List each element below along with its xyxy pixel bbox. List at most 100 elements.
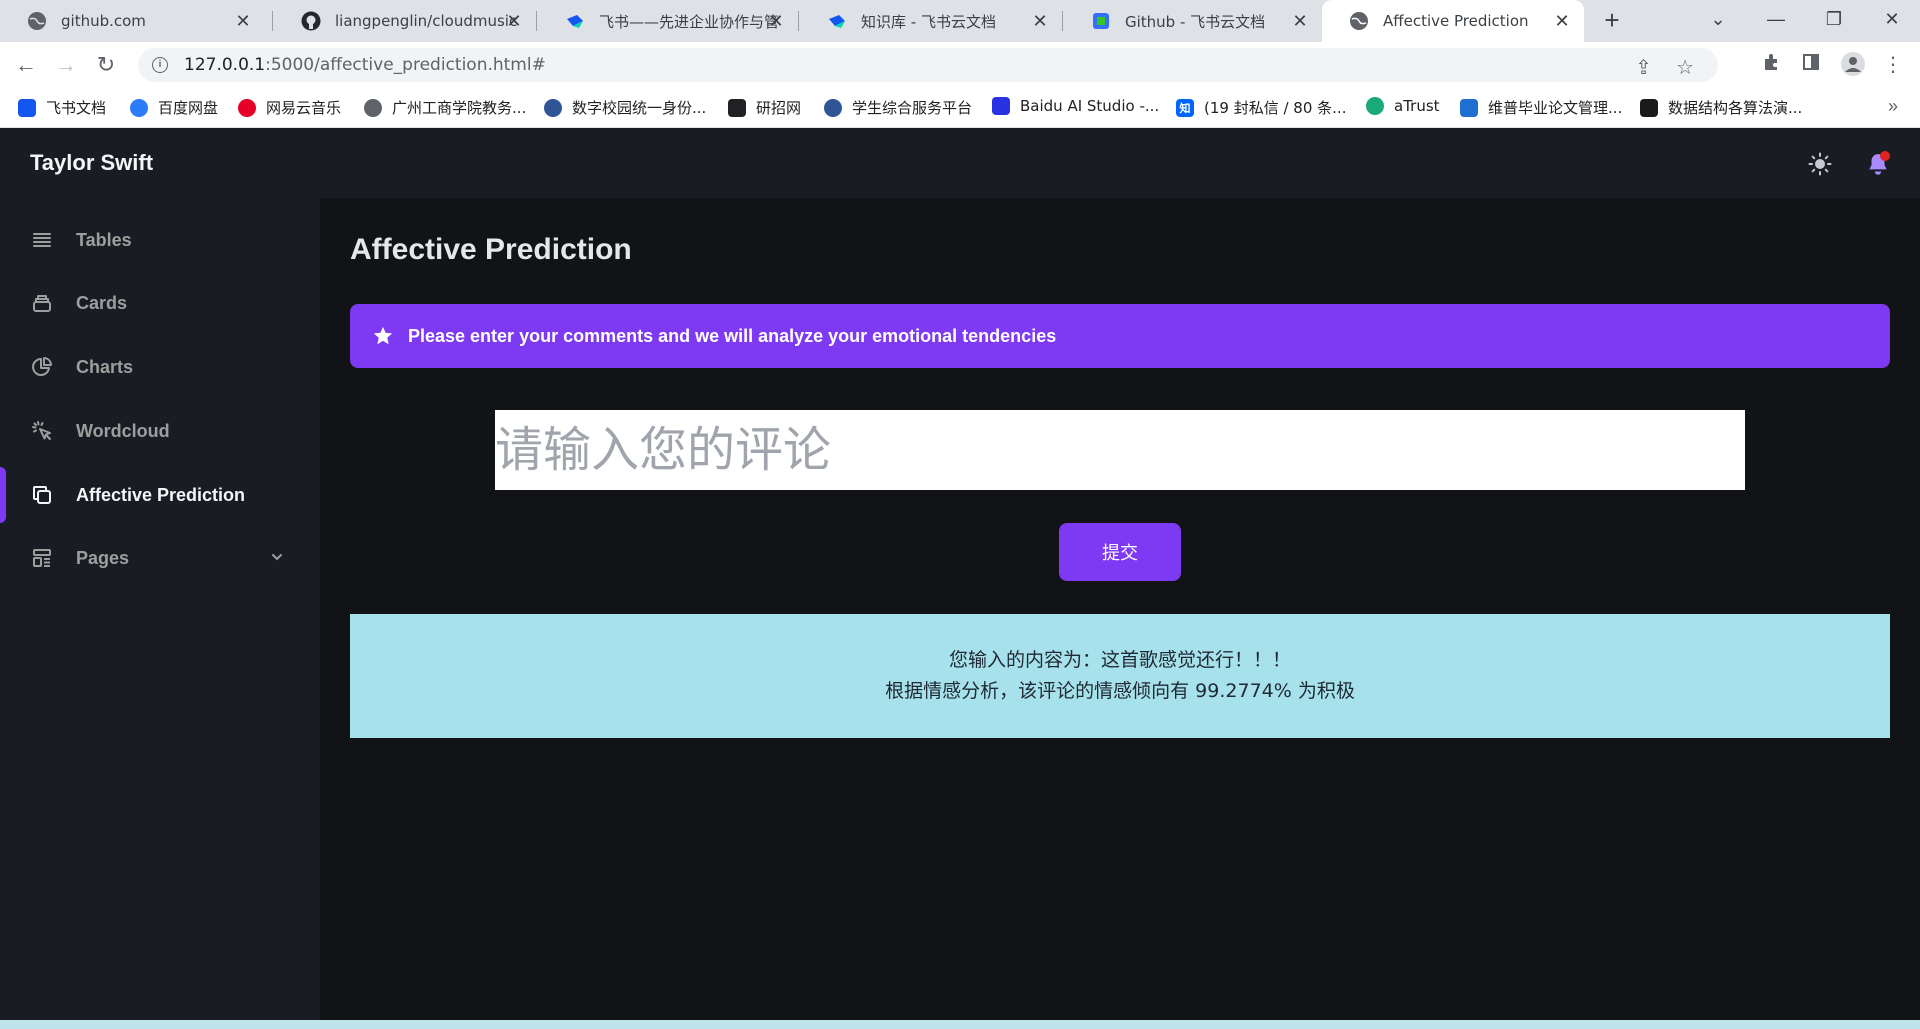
bookmark-item[interactable]: aTrust xyxy=(1366,97,1440,115)
close-tab-icon[interactable]: ✕ xyxy=(1552,11,1572,31)
sidebar-item-charts[interactable]: Charts xyxy=(0,339,320,395)
browser-tab[interactable]: liangpenglin/cloudmusic ✕ xyxy=(274,0,536,42)
bookmark-item[interactable]: 知 (19 封私信 / 80 条... xyxy=(1176,97,1346,118)
campus-logo-icon xyxy=(824,98,842,117)
sun-icon[interactable] xyxy=(1808,152,1832,176)
sidebar: Tables Cards Charts Wordcloud Affective … xyxy=(0,198,320,1020)
browser-tab-active[interactable]: Affective Prediction ✕ xyxy=(1322,0,1584,42)
main-content: Affective Prediction Please enter your c… xyxy=(320,198,1920,1020)
bookmark-item[interactable]: 研招网 xyxy=(728,97,801,118)
forward-icon[interactable]: → xyxy=(52,51,80,79)
close-tab-icon[interactable]: ✕ xyxy=(1030,11,1050,31)
feishu-icon xyxy=(565,11,585,31)
graduation-cap-icon xyxy=(728,98,746,117)
baidu-netdisk-icon xyxy=(130,98,148,117)
sidebar-item-tables[interactable]: Tables xyxy=(0,212,320,268)
pages-copy-icon xyxy=(30,483,54,507)
bookmark-label: 学生综合服务平台 xyxy=(852,99,973,117)
restore-icon[interactable]: ❐ xyxy=(1806,0,1862,40)
github-icon xyxy=(301,11,321,31)
globe-icon xyxy=(364,98,382,117)
browser-tab[interactable]: 知识库 - 飞书云文档 ✕ xyxy=(800,0,1062,42)
bookmark-item[interactable]: 网易云音乐 xyxy=(238,97,341,118)
sidebar-item-affective-prediction[interactable]: Affective Prediction xyxy=(0,467,320,523)
browser-tab[interactable]: github.com ✕ xyxy=(0,0,265,42)
result-sentiment: 根据情感分析，该评论的情感倾向有 99.2774% 为积极 xyxy=(885,680,1355,702)
bookmark-item[interactable]: 飞书文档 xyxy=(18,97,106,118)
bookmark-item[interactable]: 数据结构各算法演... xyxy=(1640,97,1802,118)
bottom-edge xyxy=(0,1020,1920,1029)
extensions-icon[interactable] xyxy=(1758,52,1784,78)
bookmark-label: 网易云音乐 xyxy=(266,99,342,117)
side-panel-icon[interactable] xyxy=(1798,52,1824,78)
browser-menu-icon[interactable]: ⋮ xyxy=(1880,52,1906,78)
tables-icon xyxy=(30,228,54,252)
close-tab-icon[interactable]: ✕ xyxy=(233,11,253,31)
sidebar-item-cards[interactable]: Cards xyxy=(0,275,320,331)
sidebar-item-label: Affective Prediction xyxy=(76,484,246,505)
paddle-icon xyxy=(992,97,1010,115)
tab-separator xyxy=(272,11,273,31)
close-window-icon[interactable]: ✕ xyxy=(1864,0,1920,40)
bookmark-label: 广州工商学院教务... xyxy=(392,99,527,117)
browser-tab-strip: github.com ✕ liangpenglin/cloudmusic ✕ 飞… xyxy=(0,0,1920,42)
share-icon[interactable]: ⇪ xyxy=(1635,55,1652,80)
minimize-icon[interactable]: — xyxy=(1748,0,1804,40)
omnibox[interactable]: i 127.0.0.1:5000/affective_prediction.ht… xyxy=(138,48,1718,82)
sidebar-item-label: Tables xyxy=(76,229,132,250)
brand-title[interactable]: Taylor Swift xyxy=(30,150,153,176)
sidebar-item-label: Wordcloud xyxy=(76,420,170,441)
vip-logo-icon xyxy=(1460,98,1478,117)
bookmark-label: 数据结构各算法演... xyxy=(1668,99,1803,117)
chevron-right-double-icon[interactable]: » xyxy=(1888,96,1898,117)
close-tab-icon[interactable]: ✕ xyxy=(1290,11,1310,31)
submit-button[interactable]: 提交 xyxy=(1059,523,1181,581)
browser-tab[interactable]: 飞书——先进企业协作与管 ✕ xyxy=(538,0,798,42)
new-tab-icon[interactable]: + xyxy=(1598,7,1626,35)
template-icon xyxy=(30,546,54,570)
page-title: Affective Prediction xyxy=(350,233,632,266)
result-panel: 您输入的内容为：这首歌感觉还行！！！ 根据情感分析，该评论的情感倾向有 99.2… xyxy=(350,614,1890,738)
atrust-icon xyxy=(1366,97,1384,115)
sidebar-item-pages[interactable]: Pages xyxy=(0,530,320,586)
close-tab-icon[interactable]: ✕ xyxy=(766,11,786,31)
address-bar-row: ← → ↻ i 127.0.0.1:5000/affective_predict… xyxy=(0,42,1920,88)
bookmark-item[interactable]: 广州工商学院教务... xyxy=(364,97,526,118)
comment-input[interactable] xyxy=(495,410,1745,490)
bookmark-item[interactable]: 数字校园统一身份... xyxy=(544,97,706,118)
star-icon xyxy=(372,325,394,347)
reload-icon[interactable]: ↻ xyxy=(92,51,120,79)
back-icon[interactable]: ← xyxy=(12,51,40,79)
profile-avatar-icon[interactable] xyxy=(1840,52,1866,78)
browser-tab[interactable]: Github - 飞书云文档 ✕ xyxy=(1064,0,1322,42)
cards-icon xyxy=(30,291,54,315)
bookmark-item[interactable]: Baidu AI Studio -... xyxy=(992,97,1159,115)
charts-icon xyxy=(30,355,54,379)
bell-icon[interactable] xyxy=(1864,150,1892,178)
notification-dot xyxy=(1880,151,1890,161)
bookmark-label: 数字校园统一身份... xyxy=(572,99,707,117)
info-banner: Please enter your comments and we will a… xyxy=(350,304,1890,368)
bookmark-item[interactable]: 百度网盘 xyxy=(130,97,218,118)
globe-icon xyxy=(27,11,47,31)
feishu-icon xyxy=(18,98,36,117)
site-info-icon[interactable]: i xyxy=(152,57,168,73)
url-path: :5000/affective_prediction.html# xyxy=(265,55,546,75)
bookmark-label: 百度网盘 xyxy=(158,99,219,117)
bookmark-label: 飞书文档 xyxy=(46,99,107,117)
bookmark-item[interactable]: 维普毕业论文管理... xyxy=(1460,97,1622,118)
sidebar-item-label: Charts xyxy=(76,356,134,377)
chevron-down-icon[interactable] xyxy=(268,548,286,571)
bookmark-label: Baidu AI Studio -... xyxy=(1020,97,1160,115)
bookmark-star-icon[interactable]: ☆ xyxy=(1676,55,1694,80)
bookmark-item[interactable]: 学生综合服务平台 xyxy=(824,97,972,118)
bookmark-label: 维普毕业论文管理... xyxy=(1488,99,1623,117)
sidebar-item-label: Cards xyxy=(76,292,128,313)
feishu-doc-icon xyxy=(1091,11,1111,31)
tab-search-icon[interactable]: ⌄ xyxy=(1690,0,1746,40)
sidebar-item-wordcloud[interactable]: Wordcloud xyxy=(0,403,320,459)
bookmark-label: aTrust xyxy=(1394,97,1440,115)
url-text: 127.0.0.1:5000/affective_prediction.html… xyxy=(184,55,546,75)
close-tab-icon[interactable]: ✕ xyxy=(504,11,524,31)
banner-text: Please enter your comments and we will a… xyxy=(408,325,1057,346)
